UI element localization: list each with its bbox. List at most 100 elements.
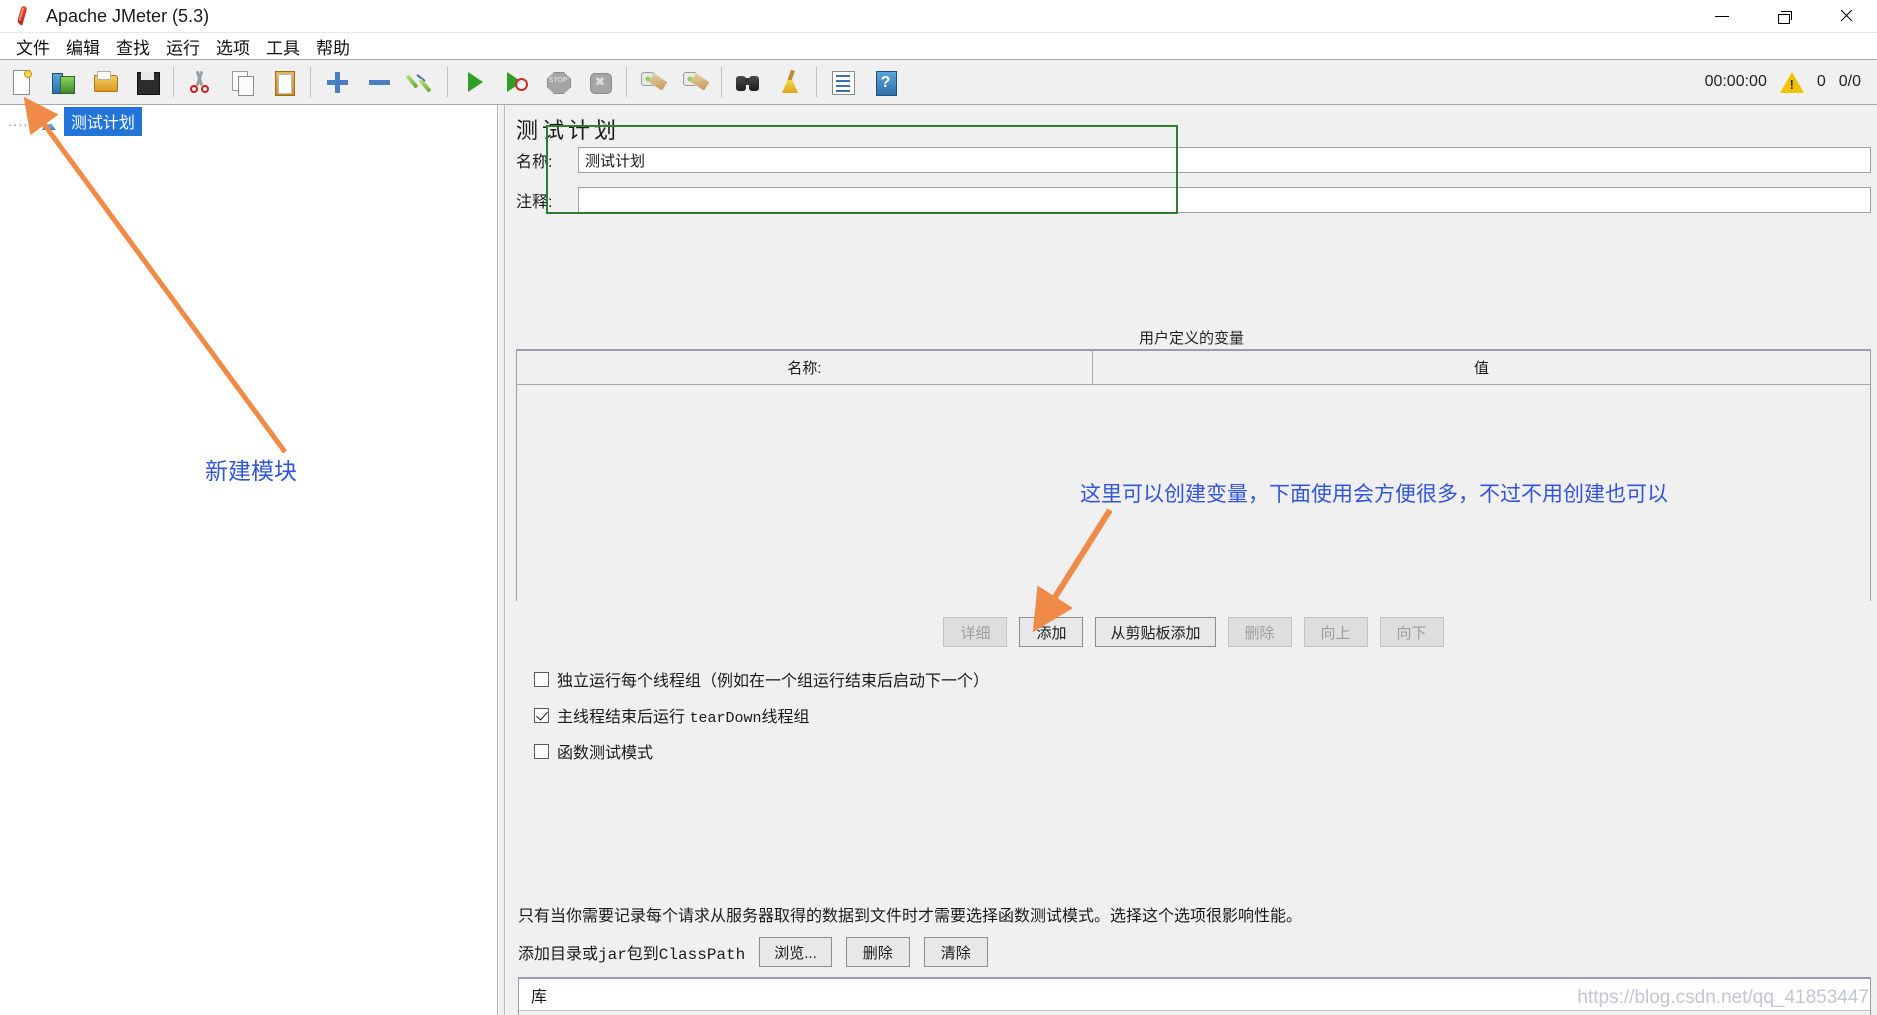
toolbar-separator	[310, 67, 311, 97]
detail-button[interactable]: 详细	[943, 617, 1007, 647]
menu-run[interactable]: 运行	[158, 33, 208, 60]
copy-icon	[228, 68, 256, 96]
collapse-all-button[interactable]	[360, 63, 398, 101]
run-thread-groups-consecutively-checkbox[interactable]: 独立运行每个线程组（例如在一个组运行结束后启动下一个）	[534, 667, 989, 691]
menu-find[interactable]: 查找	[108, 33, 158, 60]
clear-all-button[interactable]	[676, 63, 714, 101]
toolbar-separator	[447, 67, 448, 97]
window-controls	[1691, 0, 1877, 33]
annotation-new-module: 新建模块	[205, 452, 297, 486]
checkbox-box	[534, 744, 549, 759]
toggle-icon	[407, 68, 435, 96]
help-button[interactable]	[866, 63, 904, 101]
delete-button[interactable]: 删除	[1228, 617, 1292, 647]
expand-all-button[interactable]	[318, 63, 356, 101]
open-button[interactable]	[86, 63, 124, 101]
name-label: 名称:	[516, 148, 578, 172]
browse-button[interactable]: 浏览...	[759, 937, 832, 967]
move-down-button[interactable]: 向下	[1380, 617, 1444, 647]
stop-icon	[544, 68, 572, 96]
annotation-variables-note: 这里可以创建变量，下面使用会方便很多，不过不用创建也可以	[1080, 480, 1840, 510]
maximize-button[interactable]	[1753, 0, 1815, 33]
new-button[interactable]	[2, 63, 40, 101]
clear-all-icon	[681, 68, 709, 96]
close-icon	[1839, 9, 1853, 23]
search-button[interactable]	[729, 63, 767, 101]
cut-icon	[186, 68, 214, 96]
title-bar: Apache JMeter (5.3)	[0, 0, 1877, 33]
minimize-icon	[1715, 16, 1729, 17]
toolbar: 00:00:00 0 0/0	[0, 59, 1877, 105]
cut-button[interactable]	[181, 63, 219, 101]
toolbar-separator	[173, 67, 174, 97]
open-folder-icon	[91, 68, 119, 96]
menu-bar: 文件 编辑 查找 运行 选项 工具 帮助	[0, 33, 1877, 59]
help-icon	[871, 68, 899, 96]
checkbox-box	[534, 708, 549, 723]
toggle-button[interactable]	[402, 63, 440, 101]
checkbox-label: 独立运行每个线程组（例如在一个组运行结束后启动下一个）	[557, 667, 989, 691]
comment-input[interactable]	[578, 187, 1871, 213]
move-up-button[interactable]: 向上	[1304, 617, 1368, 647]
functional-test-note: 只有当你需要记录每个请求从服务器取得的数据到文件时才需要选择函数测试模式。选择这…	[518, 902, 1302, 926]
functional-test-mode-checkbox[interactable]: 函数测试模式	[534, 739, 653, 763]
user-variables-table: 名称: 值	[516, 349, 1871, 601]
test-plan-icon	[40, 111, 60, 131]
column-header-name[interactable]: 名称:	[517, 351, 1093, 384]
checkbox-label: 函数测试模式	[557, 739, 653, 763]
name-row: 名称:	[516, 147, 1871, 173]
minimize-button[interactable]	[1691, 0, 1753, 33]
classpath-delete-button[interactable]: 删除	[846, 937, 910, 967]
paste-button[interactable]	[265, 63, 303, 101]
active-threads: 0/0	[1839, 73, 1861, 91]
user-variables-caption: 用户定义的变量	[506, 327, 1877, 348]
elapsed-time: 00:00:00	[1705, 73, 1767, 91]
teardown-label-suffix: 线程组	[761, 709, 809, 726]
warning-triangle-icon[interactable]	[1780, 72, 1804, 93]
start-no-pauses-button[interactable]	[497, 63, 535, 101]
clear-icon	[639, 68, 667, 96]
save-icon	[133, 68, 161, 96]
tree-node-label: 测试计划	[64, 107, 142, 136]
reset-search-button[interactable]	[771, 63, 809, 101]
warning-count: 0	[1817, 73, 1826, 91]
maximize-icon	[1778, 11, 1790, 21]
shutdown-button[interactable]	[581, 63, 619, 101]
reset-search-icon	[776, 68, 804, 96]
add-from-clipboard-button[interactable]: 从剪贴板添加	[1095, 617, 1215, 647]
run-teardown-checkbox[interactable]: 主线程结束后运行 tearDown线程组	[534, 703, 810, 727]
copy-button[interactable]	[223, 63, 261, 101]
start-icon	[460, 68, 488, 96]
function-helper-button[interactable]	[824, 63, 862, 101]
close-button[interactable]	[1815, 0, 1877, 33]
main-body: ..... 测试计划 测试计划 名称: 注释: 用户定义的变量 名称:	[0, 105, 1877, 1015]
menu-options[interactable]: 选项	[208, 33, 258, 60]
classpath-clear-button[interactable]: 清除	[924, 937, 988, 967]
classpath-row: 添加目录或jar包到ClassPath 浏览... 删除 清除	[518, 937, 988, 967]
add-button[interactable]: 添加	[1019, 617, 1083, 647]
stop-button[interactable]	[539, 63, 577, 101]
start-button[interactable]	[455, 63, 493, 101]
name-input[interactable]	[578, 147, 1871, 173]
function-helper-icon	[829, 68, 857, 96]
menu-help[interactable]: 帮助	[308, 33, 358, 60]
teardown-label-mono: tearDown	[689, 710, 761, 727]
menu-file[interactable]: 文件	[8, 33, 58, 60]
shutdown-icon	[586, 68, 614, 96]
panel-splitter[interactable]	[499, 105, 505, 1015]
save-button[interactable]	[128, 63, 166, 101]
comment-label: 注释:	[516, 188, 578, 212]
clear-button[interactable]	[634, 63, 672, 101]
library-table-body[interactable]	[519, 1011, 1870, 1015]
templates-button[interactable]	[44, 63, 82, 101]
checkbox-label: 主线程结束后运行 tearDown线程组	[557, 703, 810, 727]
menu-tools[interactable]: 工具	[258, 33, 308, 60]
checkbox-box	[534, 672, 549, 687]
watermark: https://blog.csdn.net/qq_41853447	[1577, 987, 1869, 1009]
new-file-icon	[7, 68, 35, 96]
add-icon	[323, 68, 351, 96]
templates-icon	[49, 68, 77, 96]
tree-node-test-plan[interactable]: ..... 测试计划	[0, 109, 497, 133]
column-header-value[interactable]: 值	[1093, 351, 1870, 384]
menu-edit[interactable]: 编辑	[58, 33, 108, 60]
